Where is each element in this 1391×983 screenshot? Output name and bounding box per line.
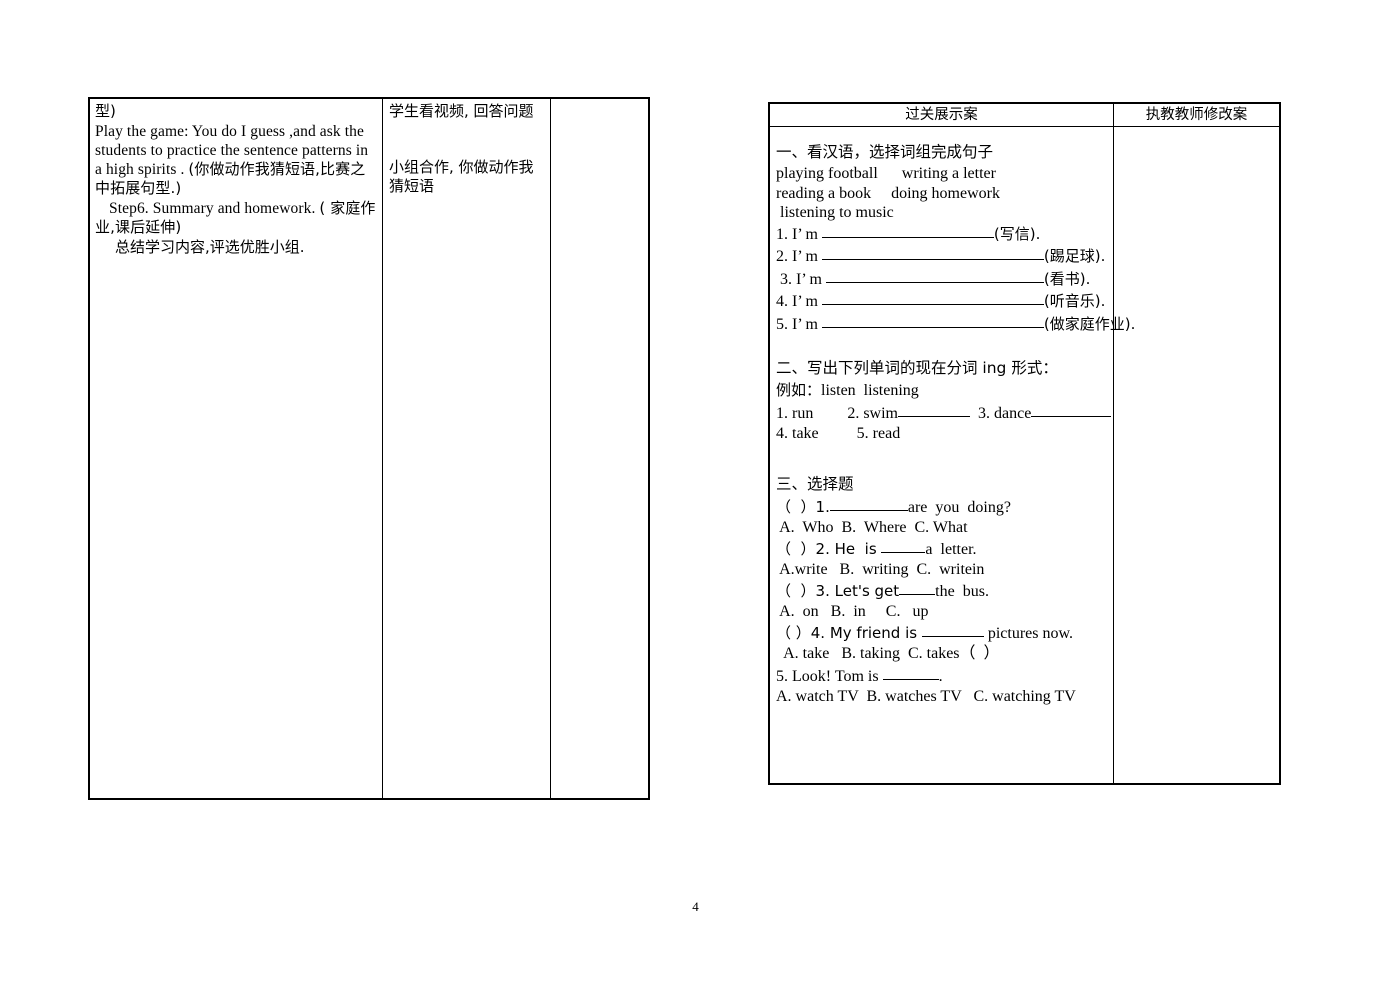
section2-row-1: 1. run 2. swim 3. dance — [776, 402, 1112, 425]
section3-heading: 三、选择题 — [776, 474, 854, 493]
q5-stem: 5. Look! Tom is — [776, 667, 883, 685]
section2-blank-3[interactable] — [1031, 402, 1112, 417]
section2-example-words: listen listening — [821, 382, 919, 399]
header-cell-exercise: 过关展示案 — [770, 104, 1114, 126]
student-activity-cell: 学生看视频, 回答问题 小组合作, 你做动作我 猜短语 — [383, 99, 551, 798]
item-2-blank[interactable] — [821, 245, 1044, 260]
header-cell-teacher-revision: 执教教师修改案 — [1114, 104, 1279, 126]
q3-blank[interactable] — [899, 580, 936, 595]
q5-tail: . — [938, 667, 943, 685]
section1-item-2: 2. I’ m (踢足球). — [776, 245, 1108, 268]
section2-word-4: 4. take — [776, 425, 819, 442]
section2-word-3: 3. dance — [978, 404, 1032, 422]
activity-spacer — [389, 122, 546, 158]
item-1-blank[interactable] — [821, 223, 994, 238]
section3-options-2[interactable]: A.write B. writing C. writein — [776, 560, 1108, 580]
item-5-stem: 5. I’ m — [776, 315, 822, 333]
section2-heading: 二、写出下列单词的现在分词 ing 形式： — [776, 359, 1058, 377]
section3-question-1: （ ）1. are you doing? — [776, 496, 1108, 519]
section2-word-5: 5. read — [856, 425, 901, 442]
section2-example: 例如：listen listening — [776, 380, 1108, 402]
item-1-answer: (写信). — [993, 224, 1041, 243]
header-label-exercise: 过关展示案 — [905, 107, 978, 123]
section1-heading: 一、看汉语，选择词组完成句子 — [776, 143, 994, 161]
exercise-table-header-row: 过关展示案 执教教师修改案 — [770, 104, 1279, 127]
q4-opts-text: A. take B. taking C. takes（ ） — [776, 645, 1000, 662]
section3-options-3[interactable]: A. on B. in C. up — [776, 602, 1108, 622]
q4-tail: pictures now. — [983, 624, 1073, 642]
teacher-notes-cell — [551, 99, 648, 798]
item-3-blank[interactable] — [825, 268, 1044, 283]
procedure-line-type: 型) — [95, 102, 116, 120]
item-4-stem: 4. I’ m — [776, 293, 822, 310]
item-4-blank[interactable] — [821, 290, 1044, 305]
q2-stem: （ ）2. He is — [776, 539, 882, 558]
section1-item-1: 1. I’ m (写信). — [776, 223, 1108, 246]
lesson-plan-table-left: 型) Play the game: You do I guess ,and as… — [88, 97, 650, 800]
section2-blank-2[interactable] — [898, 402, 970, 417]
student-activity-line-3: 猜短语 — [389, 177, 435, 195]
item-5-blank[interactable] — [821, 313, 1044, 328]
section3-options-1[interactable]: A. Who B. Where C. What — [776, 518, 1108, 538]
section1-item-5: 5. I’ m (做家庭作业). — [776, 313, 1135, 336]
header-label-teacher-revision: 执教教师修改案 — [1145, 107, 1248, 123]
q1-stem: （ ）1. — [776, 497, 830, 516]
q4-stem: （ ）4. My friend is — [776, 623, 922, 642]
section1-phrases-line1: playing football writing a letter — [776, 165, 996, 182]
q3-stem: （ ）3. Let's get — [776, 581, 900, 600]
section3-question-2: （ ）2. He is a letter. — [776, 538, 1108, 561]
exercise-table-right: 过关展示案 执教教师修改案 一、看汉语，选择词组完成句子 playing foo… — [768, 102, 1281, 785]
q4-blank[interactable] — [921, 622, 984, 637]
exercise-content-cell: 一、看汉语，选择词组完成句子 playing football writing … — [770, 127, 1135, 783]
q3-tail: the bus. — [935, 582, 989, 600]
q1-blank[interactable] — [829, 496, 908, 511]
exercise-table-body-row: 一、看汉语，选择词组完成句子 playing football writing … — [770, 127, 1279, 783]
item-3-stem: 3. I’ m — [776, 270, 826, 288]
section2-word-1: 1. run — [776, 404, 814, 422]
student-activity-line-2: 小组合作, 你做动作我 — [389, 157, 534, 176]
section1-item-3: 3. I’ m (看书). — [776, 268, 1108, 291]
procedure-paragraph-en: Play the game: You do I guess ,and ask t… — [95, 122, 369, 198]
item-2-stem: 2. I’ m — [776, 248, 822, 265]
q1-tail: are you doing? — [907, 498, 1011, 516]
item-4-answer: (听音乐). — [1043, 292, 1106, 310]
section1-phrases-line2: reading a book doing homework — [776, 184, 1000, 202]
section3-options-4[interactable]: A. take B. taking C. takes（ ） — [776, 644, 1108, 665]
q2-blank[interactable] — [881, 538, 926, 553]
procedure-step6: Step6. Summary and homework. ( 家庭作业,课后延伸… — [95, 198, 376, 237]
section3-question-4: （ ）4. My friend is pictures now. — [776, 622, 1108, 645]
section3-question-5: 5. Look! Tom is . — [776, 665, 1108, 688]
section-spacer-1 — [776, 335, 1108, 357]
section2-word-2: 2. swim — [847, 404, 898, 422]
item-1-stem: 1. I’ m — [776, 225, 822, 243]
teacher-revision-cell — [1114, 127, 1279, 783]
section3-question-3: （ ）3. Let's get the bus. — [776, 580, 1108, 603]
item-2-answer: (踢足球). — [1043, 247, 1106, 265]
item-3-answer: (看书). — [1043, 269, 1091, 288]
q2-tail: a letter. — [925, 540, 977, 558]
section3-options-5[interactable]: A. watch TV B. watches TV C. watching TV — [776, 687, 1108, 707]
student-activity-line-1: 学生看视频, 回答问题 — [389, 102, 534, 120]
q5-blank[interactable] — [882, 665, 939, 680]
section1-phrases-line3: listening to music — [776, 204, 894, 221]
procedure-summary-cn: 总结学习内容,评选优胜小组. — [115, 237, 305, 256]
section1-item-4: 4. I’ m (听音乐). — [776, 290, 1108, 313]
section2-row-2: 4. take 5. read — [776, 424, 1108, 445]
section-spacer-2 — [776, 445, 1108, 473]
page-number: 4 — [692, 899, 699, 914]
section2-example-label: 例如： — [776, 381, 822, 399]
lesson-plan-procedure-cell: 型) Play the game: You do I guess ,and as… — [90, 99, 383, 798]
